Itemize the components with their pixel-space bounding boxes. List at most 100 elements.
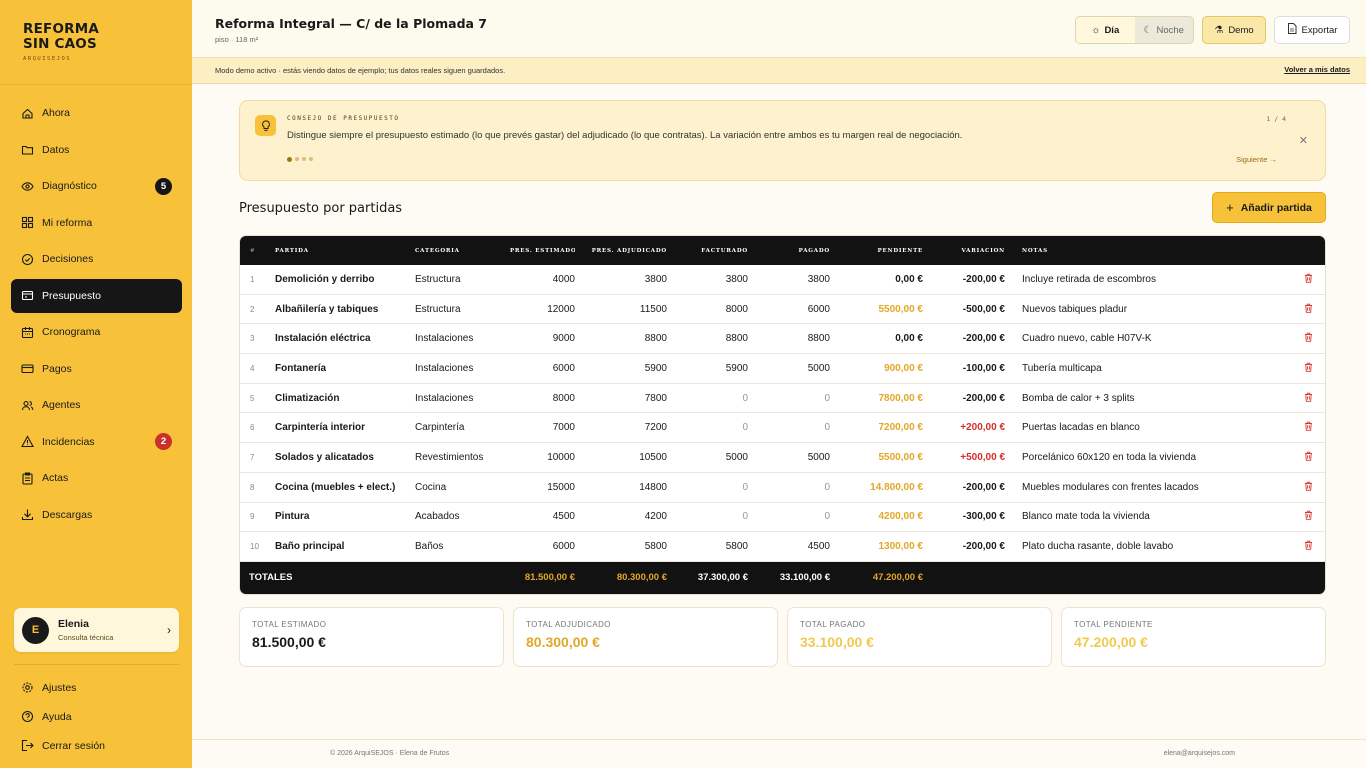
cell-categoria[interactable]: Instalaciones: [415, 363, 510, 374]
cell-categoria[interactable]: Revestimientos: [415, 452, 510, 463]
cell-categoria[interactable]: Instalaciones: [415, 333, 510, 344]
cell-adjudicado[interactable]: 3800: [590, 274, 667, 285]
sidebar-item-presupuesto[interactable]: Presupuesto: [11, 278, 182, 313]
cell-partida[interactable]: Albañilería y tabiques: [275, 304, 399, 315]
cell-categoria[interactable]: Baños: [415, 541, 510, 552]
tip-dot[interactable]: [287, 157, 292, 162]
cell-partida[interactable]: Baño principal: [275, 541, 399, 552]
cell-facturado[interactable]: 0: [680, 422, 748, 433]
cell-notas[interactable]: Porcelánico 60x120 en toda la vivienda: [1022, 452, 1292, 463]
trash-icon[interactable]: [1301, 481, 1315, 494]
tip-dot[interactable]: [309, 157, 313, 161]
cell-partida[interactable]: Fontanería: [275, 363, 399, 374]
cell-adjudicado[interactable]: 11500: [590, 304, 667, 315]
cell-categoria[interactable]: Estructura: [415, 274, 510, 285]
demo-button[interactable]: ⚗ Demo: [1202, 16, 1266, 44]
add-item-button[interactable]: + Añadir partida: [1212, 192, 1326, 223]
cell-facturado[interactable]: 3800: [680, 274, 748, 285]
cell-pagado[interactable]: 0: [760, 393, 830, 404]
sidebar-item-actas[interactable]: Actas: [11, 461, 182, 495]
cell-partida[interactable]: Carpintería interior: [275, 422, 399, 433]
cell-notas[interactable]: Nuevos tabiques pladur: [1022, 304, 1292, 315]
cell-estimado[interactable]: 15000: [510, 482, 575, 493]
footer-email[interactable]: elena@arquisejos.com: [1164, 750, 1235, 757]
cell-pagado[interactable]: 8800: [760, 333, 830, 344]
header-estimado[interactable]: PRES. ESTIMADO: [510, 248, 575, 254]
cell-facturado[interactable]: 5900: [680, 363, 748, 374]
cell-facturado[interactable]: 8800: [680, 333, 748, 344]
sidebar-item-agentes[interactable]: Agentes: [11, 388, 182, 422]
cell-notas[interactable]: Muebles modulares con frentes lacados: [1022, 482, 1292, 493]
header-pendiente[interactable]: PENDIENTE: [840, 248, 923, 254]
table-row[interactable]: 5 Climatización Instalaciones 8000 7800 0 0 780…: [240, 384, 1325, 414]
trash-icon[interactable]: [1301, 332, 1315, 345]
trash-icon[interactable]: [1301, 303, 1315, 316]
footer-nav-item-cerrar-sesion[interactable]: Cerrar sesión: [11, 732, 182, 759]
cell-adjudicado[interactable]: 14800: [590, 482, 667, 493]
cell-adjudicado[interactable]: 4200: [590, 511, 667, 522]
theme-day-button[interactable]: ☼ Día: [1076, 17, 1135, 43]
header-pagado[interactable]: PAGADO: [760, 248, 830, 254]
header-facturado[interactable]: FACTURADO: [680, 248, 748, 254]
cell-adjudicado[interactable]: 5800: [590, 541, 667, 552]
cell-categoria[interactable]: Acabados: [415, 511, 510, 522]
cell-estimado[interactable]: 9000: [510, 333, 575, 344]
trash-icon[interactable]: [1301, 540, 1315, 553]
cell-notas[interactable]: Blanco mate toda la vivienda: [1022, 511, 1292, 522]
trash-icon[interactable]: [1301, 362, 1315, 375]
header-adjudicado[interactable]: PRES. ADJUDICADO: [590, 248, 667, 254]
cell-estimado[interactable]: 12000: [510, 304, 575, 315]
sidebar-item-pagos[interactable]: Pagos: [11, 352, 182, 386]
cell-facturado[interactable]: 5800: [680, 541, 748, 552]
cell-partida[interactable]: Pintura: [275, 511, 399, 522]
header-partida[interactable]: PARTIDA: [275, 248, 399, 254]
cell-facturado[interactable]: 5000: [680, 452, 748, 463]
trash-icon[interactable]: [1301, 451, 1315, 464]
cell-facturado[interactable]: 8000: [680, 304, 748, 315]
table-row[interactable]: 9 Pintura Acabados 4500 4200 0 0 4200,00 € -300,…: [240, 503, 1325, 533]
cell-pagado[interactable]: 0: [760, 482, 830, 493]
cell-partida[interactable]: Climatización: [275, 393, 399, 404]
sidebar-item-ahora[interactable]: Ahora: [11, 96, 182, 130]
cell-pagado[interactable]: 0: [760, 422, 830, 433]
brand-logo[interactable]: REFORMA SIN CAOS ARQUISEJOS: [0, 0, 192, 85]
cell-estimado[interactable]: 4000: [510, 274, 575, 285]
cell-estimado[interactable]: 6000: [510, 541, 575, 552]
cell-pagado[interactable]: 6000: [760, 304, 830, 315]
sidebar-item-cronograma[interactable]: Cronograma: [11, 315, 182, 349]
cell-facturado[interactable]: 0: [680, 482, 748, 493]
cell-estimado[interactable]: 4500: [510, 511, 575, 522]
cell-notas[interactable]: Incluye retirada de escombros: [1022, 274, 1292, 285]
cell-categoria[interactable]: Instalaciones: [415, 393, 510, 404]
close-icon[interactable]: ✕: [1299, 134, 1308, 147]
table-row[interactable]: 6 Carpintería interior Carpintería 7000 7200…: [240, 413, 1325, 444]
theme-night-button[interactable]: ☾ Noche: [1135, 17, 1194, 43]
cell-estimado[interactable]: 8000: [510, 393, 575, 404]
header-notas[interactable]: NOTAS: [1022, 248, 1292, 254]
tip-dot[interactable]: [302, 157, 306, 161]
header-categoria[interactable]: CATEGORÍA: [415, 248, 510, 254]
cell-categoria[interactable]: Estructura: [415, 304, 510, 315]
cell-notas[interactable]: Puertas lacadas en blanco: [1022, 422, 1292, 433]
cell-notas[interactable]: Tubería multicapa: [1022, 363, 1292, 374]
cell-pagado[interactable]: 0: [760, 511, 830, 522]
trash-icon[interactable]: [1301, 421, 1315, 434]
cell-facturado[interactable]: 0: [680, 393, 748, 404]
sidebar-item-descargas[interactable]: Descargas: [11, 498, 182, 532]
cell-estimado[interactable]: 10000: [510, 452, 575, 463]
table-row[interactable]: 1 Demolición y derribo Estructura 4000 3800 3…: [240, 265, 1325, 295]
back-to-my-data-link[interactable]: Volver a mis datos: [1284, 65, 1350, 74]
cell-adjudicado[interactable]: 8800: [590, 333, 667, 344]
footer-nav-item-ayuda[interactable]: Ayuda: [11, 703, 182, 730]
cell-adjudicado[interactable]: 10500: [590, 452, 667, 463]
cell-pagado[interactable]: 4500: [760, 541, 830, 552]
table-row[interactable]: 10 Baño principal Baños 6000 5800 5800 4500 130…: [240, 532, 1325, 562]
cell-notas[interactable]: Plato ducha rasante, doble lavabo: [1022, 541, 1292, 552]
footer-nav-item-ajustes[interactable]: Ajustes: [11, 674, 182, 701]
cell-pagado[interactable]: 5000: [760, 452, 830, 463]
sidebar-item-datos[interactable]: Datos: [11, 133, 182, 167]
cell-partida[interactable]: Cocina (muebles + elect.): [275, 482, 399, 493]
cell-facturado[interactable]: 0: [680, 511, 748, 522]
tip-next-link[interactable]: Siguiente →: [1236, 155, 1277, 164]
cell-adjudicado[interactable]: 7800: [590, 393, 667, 404]
